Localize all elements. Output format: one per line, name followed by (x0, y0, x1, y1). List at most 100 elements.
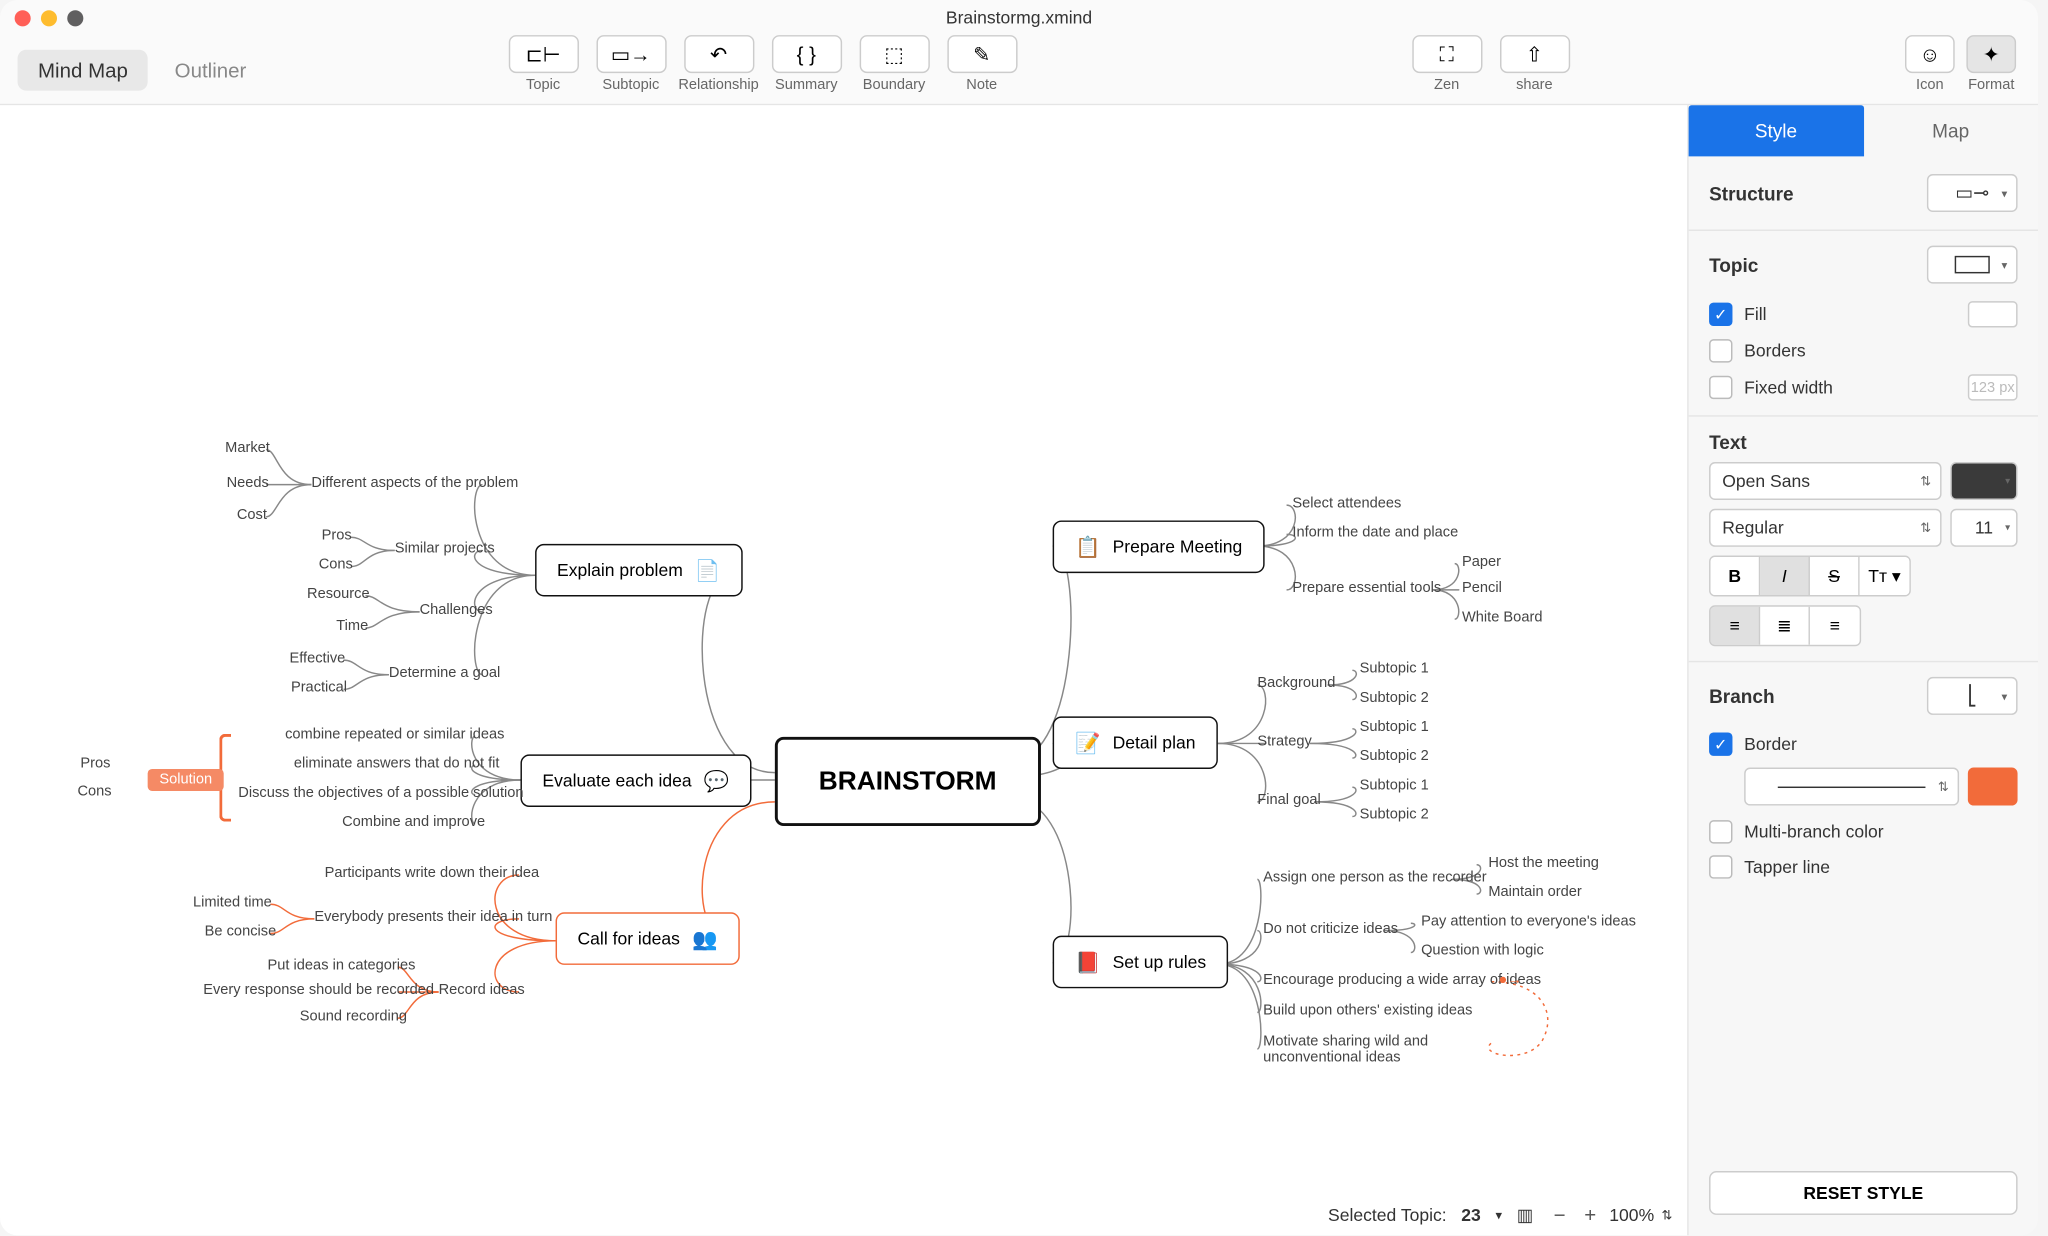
reset-style-button[interactable]: RESET STYLE (1709, 1171, 2017, 1215)
textcase-button[interactable]: Tᴛ ▾ (1860, 557, 1910, 595)
lbl-background[interactable]: Background (1257, 675, 1335, 691)
lbl-effective[interactable]: Effective (289, 651, 345, 667)
node-evaluate[interactable]: Evaluate each idea💬 (520, 754, 751, 807)
toolbar-relationship[interactable]: ↶Relationship (676, 35, 761, 93)
lbl-eval2[interactable]: eliminate answers that do not fit (294, 756, 500, 772)
fill-color[interactable] (1968, 301, 2018, 327)
zoom-out-button[interactable]: − (1548, 1203, 1571, 1226)
tab-mindmap[interactable]: Mind Map (18, 50, 149, 91)
tab-outliner[interactable]: Outliner (154, 50, 267, 91)
toolbar-topic[interactable]: ⊏⊢Topic (501, 35, 586, 93)
zoom-dot[interactable] (67, 10, 83, 26)
lbl-d1[interactable]: Subtopic 1 (1360, 661, 1429, 677)
lbl-needs[interactable]: Needs (227, 475, 269, 491)
weight-select[interactable]: Regular (1709, 509, 1941, 547)
node-explain[interactable]: Explain problem📄 (535, 544, 743, 597)
lbl-finalgoal[interactable]: Final goal (1257, 792, 1320, 808)
lbl-build[interactable]: Build upon others' existing ideas (1263, 1003, 1472, 1019)
lbl-pros2[interactable]: Pros (322, 528, 352, 544)
lbl-logic[interactable]: Question with logic (1421, 943, 1544, 959)
align-center-button[interactable]: ≣ (1760, 607, 1810, 645)
node-detail[interactable]: 📝Detail plan (1053, 716, 1218, 769)
lbl-goal[interactable]: Determine a goal (389, 665, 500, 681)
toolbar-subtopic[interactable]: ▭→Subtopic (588, 35, 673, 93)
toolbar-summary[interactable]: { }Summary (764, 35, 849, 93)
node-central[interactable]: BRAINSTORM (775, 737, 1041, 826)
strike-button[interactable]: S (1810, 557, 1860, 595)
structure-select[interactable]: ▭⊸ (1927, 174, 2018, 212)
lbl-call1[interactable]: Participants write down their idea (325, 866, 540, 882)
topic-shape-select[interactable] (1927, 246, 2018, 284)
size-select[interactable]: 11 (1950, 509, 2017, 547)
lbl-cons2[interactable]: Cons (319, 557, 353, 573)
lbl-inform[interactable]: Inform the date and place (1292, 525, 1458, 541)
lbl-d6[interactable]: Subtopic 2 (1360, 807, 1429, 823)
lbl-order[interactable]: Maintain order (1488, 885, 1581, 901)
lbl-assign[interactable]: Assign one person as the recorder (1263, 870, 1487, 886)
lbl-d5[interactable]: Subtopic 1 (1360, 778, 1429, 794)
toolbar-share[interactable]: ⇧share (1492, 35, 1577, 93)
fixedwidth-input[interactable]: 123 px (1968, 374, 2018, 400)
italic-button[interactable]: I (1760, 557, 1810, 595)
border-line-select[interactable] (1744, 768, 1959, 806)
minimize-dot[interactable] (41, 10, 57, 26)
text-color[interactable] (1950, 462, 2017, 500)
lbl-host[interactable]: Host the meeting (1488, 855, 1599, 871)
chevron-down-icon[interactable]: ▾ (1495, 1207, 1502, 1223)
lbl-rec3[interactable]: Sound recording (300, 1009, 407, 1025)
panel-tab-style[interactable]: Style (1689, 105, 1864, 156)
multibranch-checkbox[interactable] (1709, 820, 1732, 843)
panel-tab-map[interactable]: Map (1863, 105, 2038, 156)
lbl-tools[interactable]: Prepare essential tools (1292, 580, 1441, 596)
zoom-in-button[interactable]: + (1579, 1203, 1602, 1226)
lbl-eval1[interactable]: combine repeated or similar ideas (285, 727, 504, 743)
tapper-checkbox[interactable] (1709, 855, 1732, 878)
toolbar-format[interactable]: ✦Format (1962, 35, 2020, 93)
toolbar-icon[interactable]: ☺Icon (1901, 35, 1959, 93)
node-rules[interactable]: 📕Set up rules (1053, 936, 1229, 989)
label-pros[interactable]: Pros (80, 756, 110, 772)
map-overview-icon[interactable]: ▥ (1517, 1205, 1534, 1225)
lbl-attention[interactable]: Pay attention to everyone's ideas (1421, 914, 1636, 930)
lbl-d4[interactable]: Subtopic 2 (1360, 749, 1429, 765)
lbl-similar[interactable]: Similar projects (395, 541, 495, 557)
lbl-pencil[interactable]: Pencil (1462, 580, 1502, 596)
lbl-strategy[interactable]: Strategy (1257, 734, 1311, 750)
toolbar-zen[interactable]: ⛶Zen (1404, 35, 1489, 93)
branch-style-select[interactable]: ⎣ (1927, 677, 2018, 715)
lbl-d3[interactable]: Subtopic 1 (1360, 719, 1429, 735)
lbl-whiteboard[interactable]: White Board (1462, 610, 1542, 626)
lbl-limitedtime[interactable]: Limited time (193, 895, 272, 911)
toolbar-note[interactable]: ✎Note (939, 35, 1024, 93)
lbl-attendees[interactable]: Select attendees (1292, 496, 1401, 512)
lbl-practical[interactable]: Practical (291, 680, 347, 696)
font-select[interactable]: Open Sans (1709, 462, 1941, 500)
fill-checkbox[interactable]: ✓ (1709, 303, 1732, 326)
lbl-resource[interactable]: Resource (307, 586, 370, 602)
lbl-market[interactable]: Market (225, 440, 270, 456)
label-cons[interactable]: Cons (77, 784, 111, 800)
lbl-aspects[interactable]: Different aspects of the problem (311, 475, 518, 491)
lbl-criticize[interactable]: Do not criticize ideas (1263, 921, 1398, 937)
lbl-concise[interactable]: Be concise (205, 924, 277, 940)
node-call[interactable]: Call for ideas👥 (556, 912, 740, 965)
align-left-button[interactable]: ≡ (1711, 607, 1761, 645)
fixedwidth-checkbox[interactable] (1709, 376, 1732, 399)
lbl-motivate[interactable]: Motivate sharing wild and unconventional… (1263, 1034, 1497, 1066)
tag-solution[interactable]: Solution (148, 769, 224, 791)
close-dot[interactable] (15, 10, 31, 26)
zoom-stepper[interactable]: ⇅ (1661, 1207, 1672, 1223)
border-checkbox[interactable]: ✓ (1709, 732, 1732, 755)
bold-button[interactable]: B (1711, 557, 1761, 595)
lbl-challenges[interactable]: Challenges (420, 602, 493, 618)
lbl-rec1[interactable]: Put ideas in categories (268, 958, 416, 974)
align-right-button[interactable]: ≡ (1810, 607, 1860, 645)
lbl-rec2[interactable]: Every response should be recorded (203, 982, 434, 998)
canvas[interactable]: BRAINSTORM Explain problem📄 Evaluate eac… (0, 105, 1687, 1235)
border-color[interactable] (1968, 768, 2018, 806)
lbl-eval3[interactable]: Discuss the objectives of a possible sol… (238, 785, 523, 801)
lbl-d2[interactable]: Subtopic 2 (1360, 690, 1429, 706)
lbl-eval4[interactable]: Combine and improve (342, 814, 485, 830)
lbl-cost[interactable]: Cost (237, 507, 267, 523)
node-prepare[interactable]: 📋Prepare Meeting (1053, 520, 1265, 573)
